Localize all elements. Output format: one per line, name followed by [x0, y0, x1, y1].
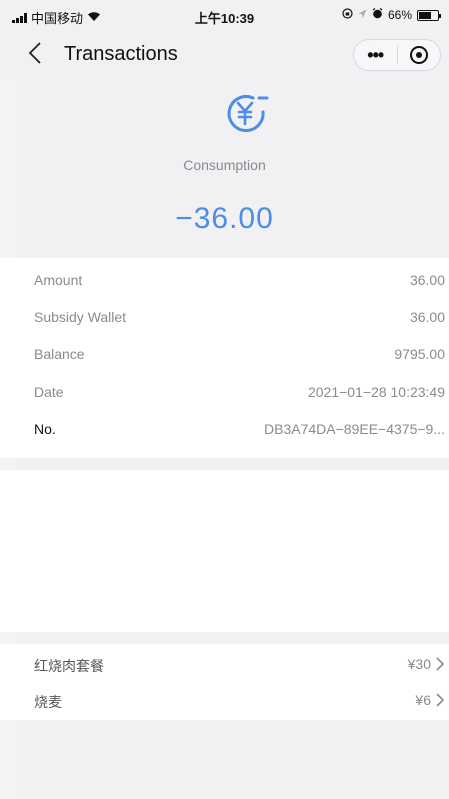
transaction-amount: −36.00 — [175, 202, 274, 235]
detail-label: No. — [34, 421, 56, 437]
section-separator — [16, 458, 449, 470]
detail-label: Subsidy Wallet — [34, 309, 127, 325]
transaction-type: Consumption — [183, 157, 266, 173]
item-price: ¥6 — [415, 692, 431, 708]
alarm-icon — [372, 8, 383, 22]
yuan-coin-icon — [227, 95, 269, 132]
detail-value: 9795.00 — [394, 346, 445, 362]
detail-label: Amount — [34, 272, 83, 288]
transaction-detail-page: 中国移动 上午10:39 66% Transactions ••• Consum… — [0, 0, 449, 799]
page-title: Transactions — [64, 43, 178, 65]
section-separator — [16, 632, 449, 644]
purchased-items-list: 红烧肉套餐 ¥30 烧麦 ¥6 — [0, 644, 449, 720]
detail-value: DB3A74DA−89EE−4375−9... — [264, 421, 445, 437]
list-item[interactable]: 烧麦 ¥6 — [34, 682, 445, 718]
detail-value: 36.00 — [409, 272, 445, 288]
chevron-right-icon — [436, 693, 445, 707]
lock-rotation-icon — [342, 8, 353, 22]
detail-row-number: No. DB3A74DA−89EE−4375−9... — [34, 411, 445, 445]
detail-row-balance: Balance 9795.00 — [34, 336, 445, 370]
item-name: 红烧肉套餐 — [34, 658, 104, 674]
detail-label: Balance — [34, 346, 85, 362]
location-icon — [358, 8, 367, 22]
detail-row-amount: Amount 36.00 — [34, 262, 445, 296]
back-chevron-icon — [28, 42, 41, 64]
detail-value: 36.00 — [409, 309, 445, 325]
detail-row-subsidy-wallet: Subsidy Wallet 36.00 — [34, 299, 445, 333]
transaction-details: Amount 36.00 Subsidy Wallet 36.00 Balanc… — [0, 258, 449, 458]
close-button[interactable] — [397, 40, 440, 70]
detail-row-date: Date 2021−01−28 10:23:49 — [34, 374, 445, 408]
status-bar: 中国移动 上午10:39 66% — [0, 0, 449, 30]
detail-value: 2021−01−28 10:23:49 — [307, 384, 445, 400]
more-dots-icon: ••• — [367, 44, 384, 65]
status-right: 66% — [342, 8, 441, 22]
detail-label: Date — [34, 384, 64, 400]
mini-program-capsule: ••• — [353, 39, 441, 71]
list-item[interactable]: 红烧肉套餐 ¥30 — [34, 646, 445, 682]
footer-blank — [16, 720, 449, 799]
close-circle-icon — [409, 46, 428, 64]
battery-icon — [417, 9, 441, 21]
battery-percent: 66% — [387, 8, 412, 22]
empty-area — [0, 470, 449, 632]
item-price: ¥30 — [407, 656, 431, 672]
more-button[interactable]: ••• — [354, 40, 397, 70]
item-name: 烧麦 — [34, 694, 62, 710]
navigation-bar: Transactions ••• — [0, 30, 449, 80]
back-button[interactable] — [28, 42, 48, 66]
chevron-right-icon — [436, 657, 445, 671]
